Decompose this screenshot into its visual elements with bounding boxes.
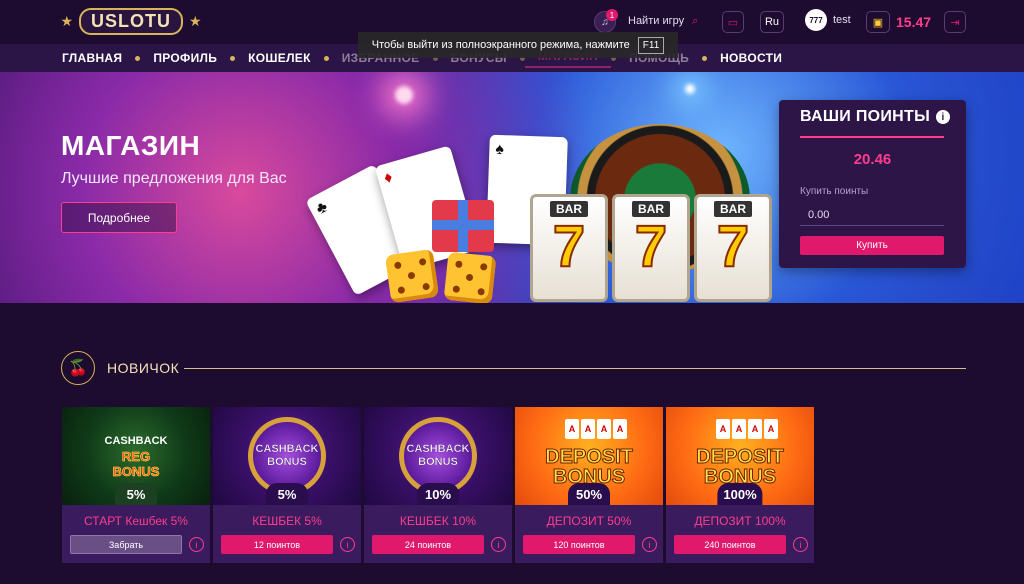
bonus-name: КЕШБЕК 5%: [252, 514, 322, 528]
hero-subtitle: Лучшие предложения для Вас: [61, 170, 287, 187]
cherries-icon: 🍒: [61, 351, 95, 385]
game-search[interactable]: Найти игру ⌕: [628, 10, 714, 32]
logo-star-left-icon: ★: [60, 12, 73, 29]
bonus-art-bottom: BONUS: [267, 456, 307, 468]
bonus-art-top: CASHBACK: [255, 443, 319, 455]
user-profile[interactable]: 777 test: [805, 9, 851, 31]
logo-word: SLOT: [105, 10, 157, 31]
buy-points-button[interactable]: Купить: [800, 236, 944, 255]
section-header-newbie: 🍒 НОВИЧОК: [61, 351, 179, 385]
bonus-percent-badge: 100%: [717, 483, 763, 505]
avatar: 777: [805, 9, 827, 31]
notifications-bell-icon[interactable]: ♫ 1: [594, 9, 618, 33]
points-divider: [800, 136, 944, 138]
bonus-percent-badge: 10%: [417, 483, 459, 505]
bonus-art-text: DEPOSIT BONUS: [545, 446, 634, 488]
gift-box-image: [432, 200, 494, 252]
section-divider: [184, 368, 966, 369]
bonus-card[interactable]: CASHBACK BONUS 10% КЕШБЕК 10% 24 поинтов…: [364, 407, 512, 563]
points-value: 20.46: [853, 151, 892, 168]
bonus-art-bottom: BONUS: [418, 456, 458, 468]
bonus-percent-badge: 50%: [568, 483, 610, 505]
section-title: НОВИЧОК: [107, 360, 180, 376]
chat-icon[interactable]: ▭: [722, 11, 744, 33]
info-icon[interactable]: i: [340, 537, 355, 552]
bonus-buy-button[interactable]: 24 поинтов: [372, 535, 484, 554]
info-icon[interactable]: i: [189, 537, 204, 552]
hero-title: МАГАЗИН: [61, 130, 201, 161]
bonus-card[interactable]: CASHBACK REG BONUS 5% СТАРТ Кешбек 5% За…: [62, 407, 210, 563]
bonus-card[interactable]: CASHBACK BONUS 5% КЕШБЕК 5% 12 поинтов i: [213, 407, 361, 563]
bonus-art-top: DEPOSIT: [545, 446, 634, 468]
points-title-text: ВАШИ ПОИНТЫ: [800, 108, 931, 125]
info-icon[interactable]: i: [491, 537, 506, 552]
info-icon[interactable]: i: [936, 110, 951, 124]
bonus-art-bottom: BONUS: [112, 463, 160, 479]
bonus-buy-button[interactable]: 12 поинтов: [221, 535, 333, 554]
bonus-card[interactable]: AAAA DEPOSIT BONUS 100% ДЕПОЗИТ 100% 240…: [666, 407, 814, 563]
slot-seven-symbol: 7: [634, 214, 668, 279]
info-icon[interactable]: i: [642, 537, 657, 552]
logo-star-right-icon: ★: [189, 12, 202, 29]
bonus-art-mid: REG: [121, 448, 151, 464]
points-title: ВАШИ ПОИНТЫ i: [800, 108, 951, 126]
fullscreen-toast-key: F11: [637, 36, 665, 54]
bonus-art-top: DEPOSIT: [696, 446, 785, 468]
playing-cards-art: AAAA: [716, 419, 778, 439]
hero-glow: [685, 84, 695, 94]
slot-seven-symbol: 7: [552, 214, 586, 279]
dice-image: [384, 248, 440, 303]
slot-seven-symbol: 7: [716, 214, 750, 279]
nav-item-profile[interactable]: ПРОФИЛЬ: [140, 51, 230, 65]
username: test: [833, 14, 851, 26]
hero-glow: [395, 86, 413, 104]
bonus-name: ДЕПОЗИТ 100%: [694, 514, 786, 528]
slot-reel-image: BAR 7: [694, 194, 772, 302]
buy-points-input[interactable]: 0.00: [800, 204, 944, 226]
dice-image: [443, 251, 497, 303]
bonus-name: СТАРТ Кешбек 5%: [84, 514, 188, 528]
logout-icon[interactable]: ⇥: [944, 11, 966, 33]
bonus-art-text: DEPOSIT BONUS: [696, 446, 785, 488]
bonus-art-text: CASHBACK BONUS: [255, 443, 319, 469]
bonus-art-text: CASHBACK REG BONUS: [105, 434, 168, 479]
bonus-percent-badge: 5%: [115, 483, 157, 505]
hero-more-button[interactable]: Подробнее: [61, 202, 177, 233]
balance-value: 15.47: [896, 14, 932, 30]
bonus-art-top: CASHBACK: [406, 443, 470, 455]
bonus-name: ДЕПОЗИТ 50%: [546, 514, 632, 528]
buy-points-label: Купить поинты: [800, 186, 869, 197]
bonus-name: КЕШБЕК 10%: [399, 514, 477, 528]
notifications-count-badge: 1: [606, 9, 618, 21]
search-icon[interactable]: ⌕: [692, 15, 698, 28]
fullscreen-toast-text: Чтобы выйти из полноэкранного режима, на…: [371, 39, 630, 51]
slot-reel-image: BAR 7: [612, 194, 690, 302]
bonus-buy-button[interactable]: 240 поинтов: [674, 535, 786, 554]
wallet-icon[interactable]: ▣: [866, 11, 890, 33]
nav-item-home[interactable]: ГЛАВНАЯ: [62, 51, 135, 65]
bonus-art-top: CASHBACK: [104, 434, 168, 447]
search-input-label: Найти игру: [628, 15, 685, 27]
nav-item-wallet[interactable]: КОШЕЛЕК: [235, 51, 324, 65]
slot-reel-image: BAR 7: [530, 194, 608, 302]
bonus-card[interactable]: AAAA DEPOSIT BONUS 50% ДЕПОЗИТ 50% 120 п…: [515, 407, 663, 563]
bonus-buy-button[interactable]: 120 поинтов: [523, 535, 635, 554]
site-logo[interactable]: ★ USLOTU ★: [60, 7, 202, 35]
info-icon[interactable]: i: [793, 537, 808, 552]
bonus-art-text: CASHBACK BONUS: [406, 443, 470, 469]
points-panel: ВАШИ ПОИНТЫ i 20.46 Купить поинты 0.00 К…: [779, 100, 966, 268]
fullscreen-toast: Чтобы выйти из полноэкранного режима, на…: [358, 32, 678, 58]
bonus-claim-button[interactable]: Забрать: [70, 535, 182, 554]
bonus-percent-badge: 5%: [266, 483, 308, 505]
nav-item-news[interactable]: НОВОСТИ: [707, 51, 795, 65]
logo-text: USLOTU: [79, 7, 183, 35]
language-selector[interactable]: Ru: [760, 11, 784, 33]
playing-cards-art: AAAA: [565, 419, 627, 439]
